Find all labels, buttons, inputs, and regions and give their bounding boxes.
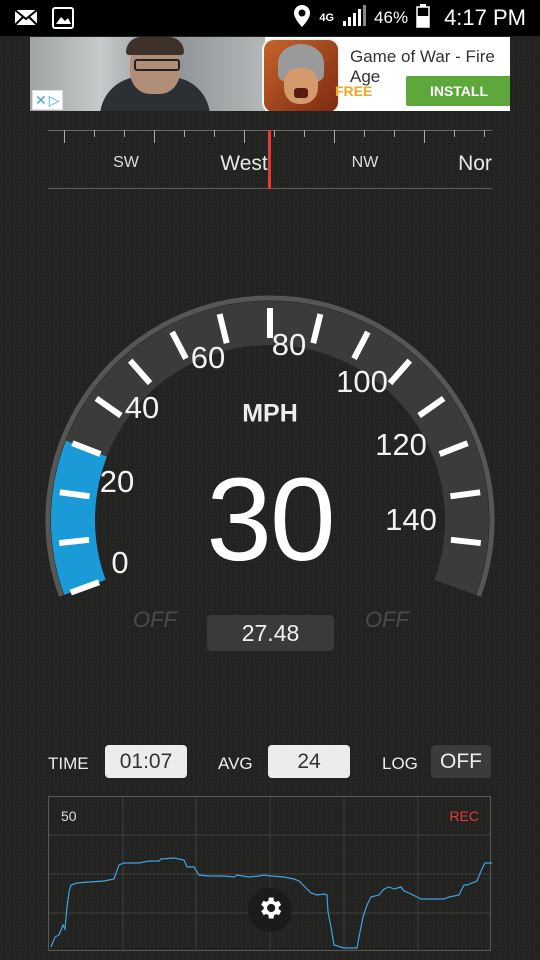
record-indicator[interactable]: REC xyxy=(449,808,479,824)
scale-label-20: 20 xyxy=(99,464,135,499)
battery-icon xyxy=(416,3,430,33)
ad-photo xyxy=(30,37,265,111)
gauge-tick xyxy=(450,536,482,547)
compass-label-north: Nor xyxy=(458,152,492,175)
install-button[interactable]: INSTALL xyxy=(406,76,510,106)
gallery-icon xyxy=(52,7,74,34)
gauge-fill xyxy=(51,440,108,595)
location-icon xyxy=(293,4,311,33)
ad-banner[interactable]: ✕ ▷ Game of War - Fire Age FREE INSTALL xyxy=(30,37,510,111)
scale-label-120: 120 xyxy=(375,427,427,462)
clock: 4:17 PM xyxy=(444,5,526,30)
compass-needle xyxy=(268,130,271,189)
scale-label-0: 0 xyxy=(111,545,129,580)
avg-label: AVG xyxy=(218,754,253,773)
scale-label-60: 60 xyxy=(190,340,226,375)
settings-button[interactable] xyxy=(248,888,292,932)
ad-choices-icon[interactable]: ✕ ▷ xyxy=(32,90,63,110)
graph-max-label: 50 xyxy=(61,808,77,824)
network-type: 4G xyxy=(319,12,335,24)
compass-label-sw: SW xyxy=(113,154,139,171)
time-value[interactable]: 01:07 xyxy=(105,745,187,778)
off-indicator-left[interactable]: OFF xyxy=(133,607,177,633)
avg-value[interactable]: 24 xyxy=(268,745,350,778)
scale-label-40: 40 xyxy=(124,390,160,425)
gauge-tick xyxy=(450,489,481,500)
time-label: TIME xyxy=(48,754,89,773)
battery-percent: 46% xyxy=(374,8,409,27)
game-app-icon xyxy=(262,38,340,111)
current-speed: 30 xyxy=(206,454,335,586)
scale-label-100: 100 xyxy=(336,364,388,399)
signal-icon xyxy=(342,4,367,32)
log-label: LOG xyxy=(382,754,418,773)
compass-label-nw: NW xyxy=(351,154,379,171)
scale-label-80: 80 xyxy=(271,327,307,362)
status-bar: 4G 46% 4:17 PM xyxy=(0,0,540,36)
ad-price: FREE xyxy=(335,83,373,99)
compass-strip: SW West NW Nor xyxy=(48,116,492,190)
odometer[interactable]: 27.48 xyxy=(207,615,334,651)
gauge-tick xyxy=(58,536,90,547)
off-indicator-right[interactable]: OFF xyxy=(365,607,409,633)
speed-unit[interactable]: MPH xyxy=(242,400,298,429)
log-toggle[interactable]: OFF xyxy=(431,745,491,778)
gear-icon xyxy=(256,894,284,927)
compass-label-west: West xyxy=(220,152,268,175)
gauge-tick xyxy=(59,489,90,500)
mail-icon xyxy=(14,7,38,34)
scale-label-140: 140 xyxy=(385,502,437,537)
